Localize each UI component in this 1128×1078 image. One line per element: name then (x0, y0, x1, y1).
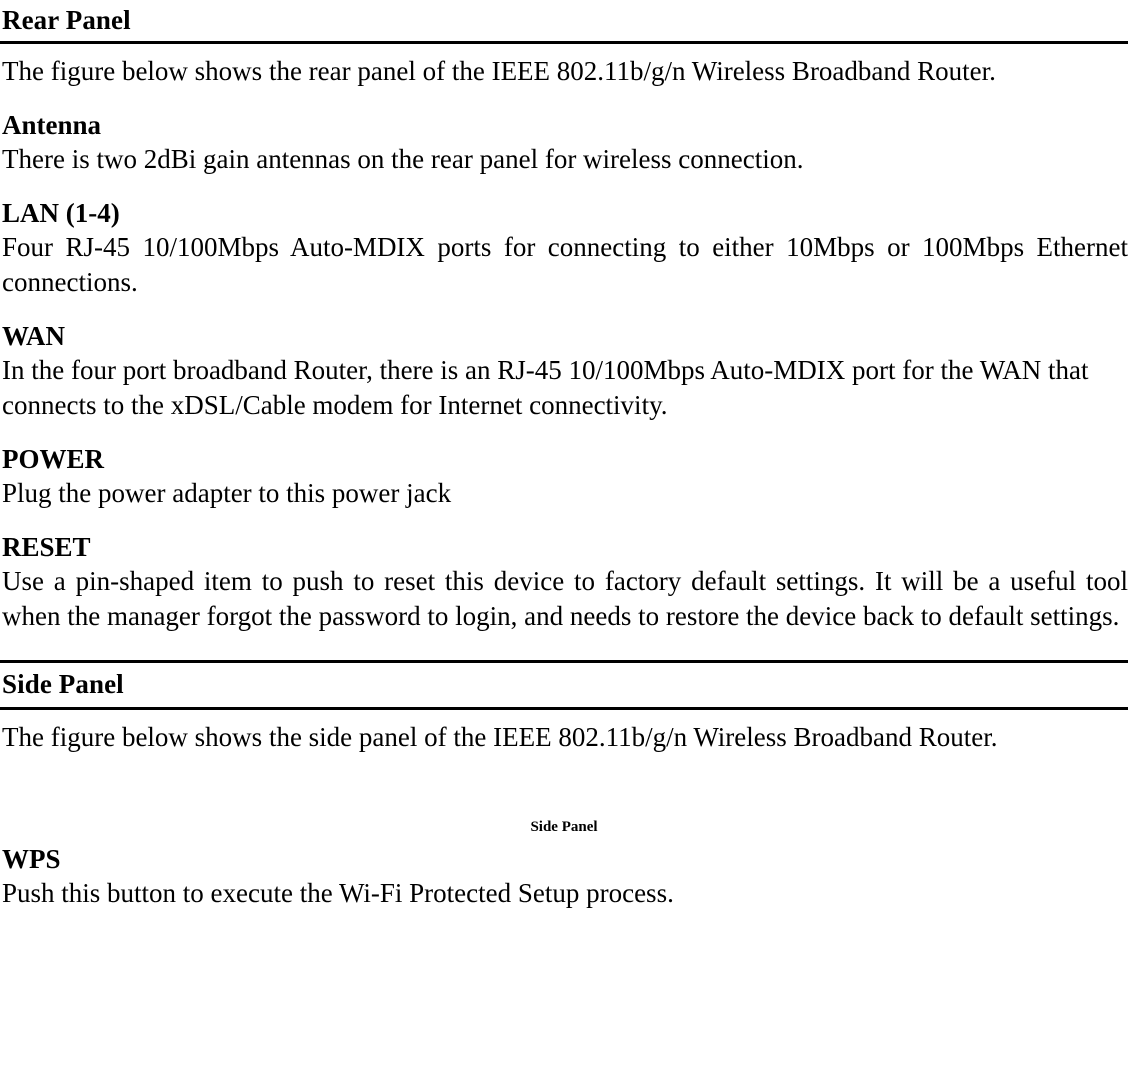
subsection-heading-lan: LAN (1-4) (2, 198, 120, 228)
subsection-body-reset: Use a pin-shaped item to push to reset t… (2, 566, 1128, 631)
subsection-heading-wan: WAN (2, 321, 66, 351)
subsection-body-power: Plug the power adapter to this power jac… (2, 478, 452, 508)
subsection-body-wan: In the four port broadband Router, there… (2, 355, 1089, 420)
side-panel-intro-paragraph: The figure below shows the side panel of… (2, 722, 998, 752)
subsection-body-antenna: There is two 2dBi gain antennas on the r… (2, 144, 804, 174)
section-side-panel: Side Panel The figure below shows the si… (0, 660, 1128, 911)
page-title: Rear Panel (2, 5, 131, 35)
section-title-side-panel: Side Panel (2, 669, 124, 699)
side-panel-figure-caption: Side Panel (530, 819, 598, 835)
document-page: Rear Panel The figure below shows the re… (0, 0, 1128, 1078)
subsection-heading-reset: RESET (2, 532, 91, 562)
side-panel-figure-block: Side Panel (0, 755, 1128, 837)
section-rear-panel: Rear Panel The figure below shows the re… (0, 0, 1128, 634)
subsection-heading-wps: WPS (2, 844, 61, 874)
subsection-body-wps: Push this button to execute the Wi-Fi Pr… (2, 878, 674, 908)
side-panel-figure-image (0, 755, 1128, 817)
rear-panel-intro-paragraph: The figure below shows the rear panel of… (2, 56, 996, 86)
subsection-body-lan: Four RJ-45 10/100Mbps Auto-MDIX ports fo… (2, 232, 1128, 297)
side-panel-heading-block: Side Panel (0, 660, 1128, 710)
subsection-heading-antenna: Antenna (2, 110, 102, 140)
subsection-heading-power: POWER (2, 444, 105, 474)
